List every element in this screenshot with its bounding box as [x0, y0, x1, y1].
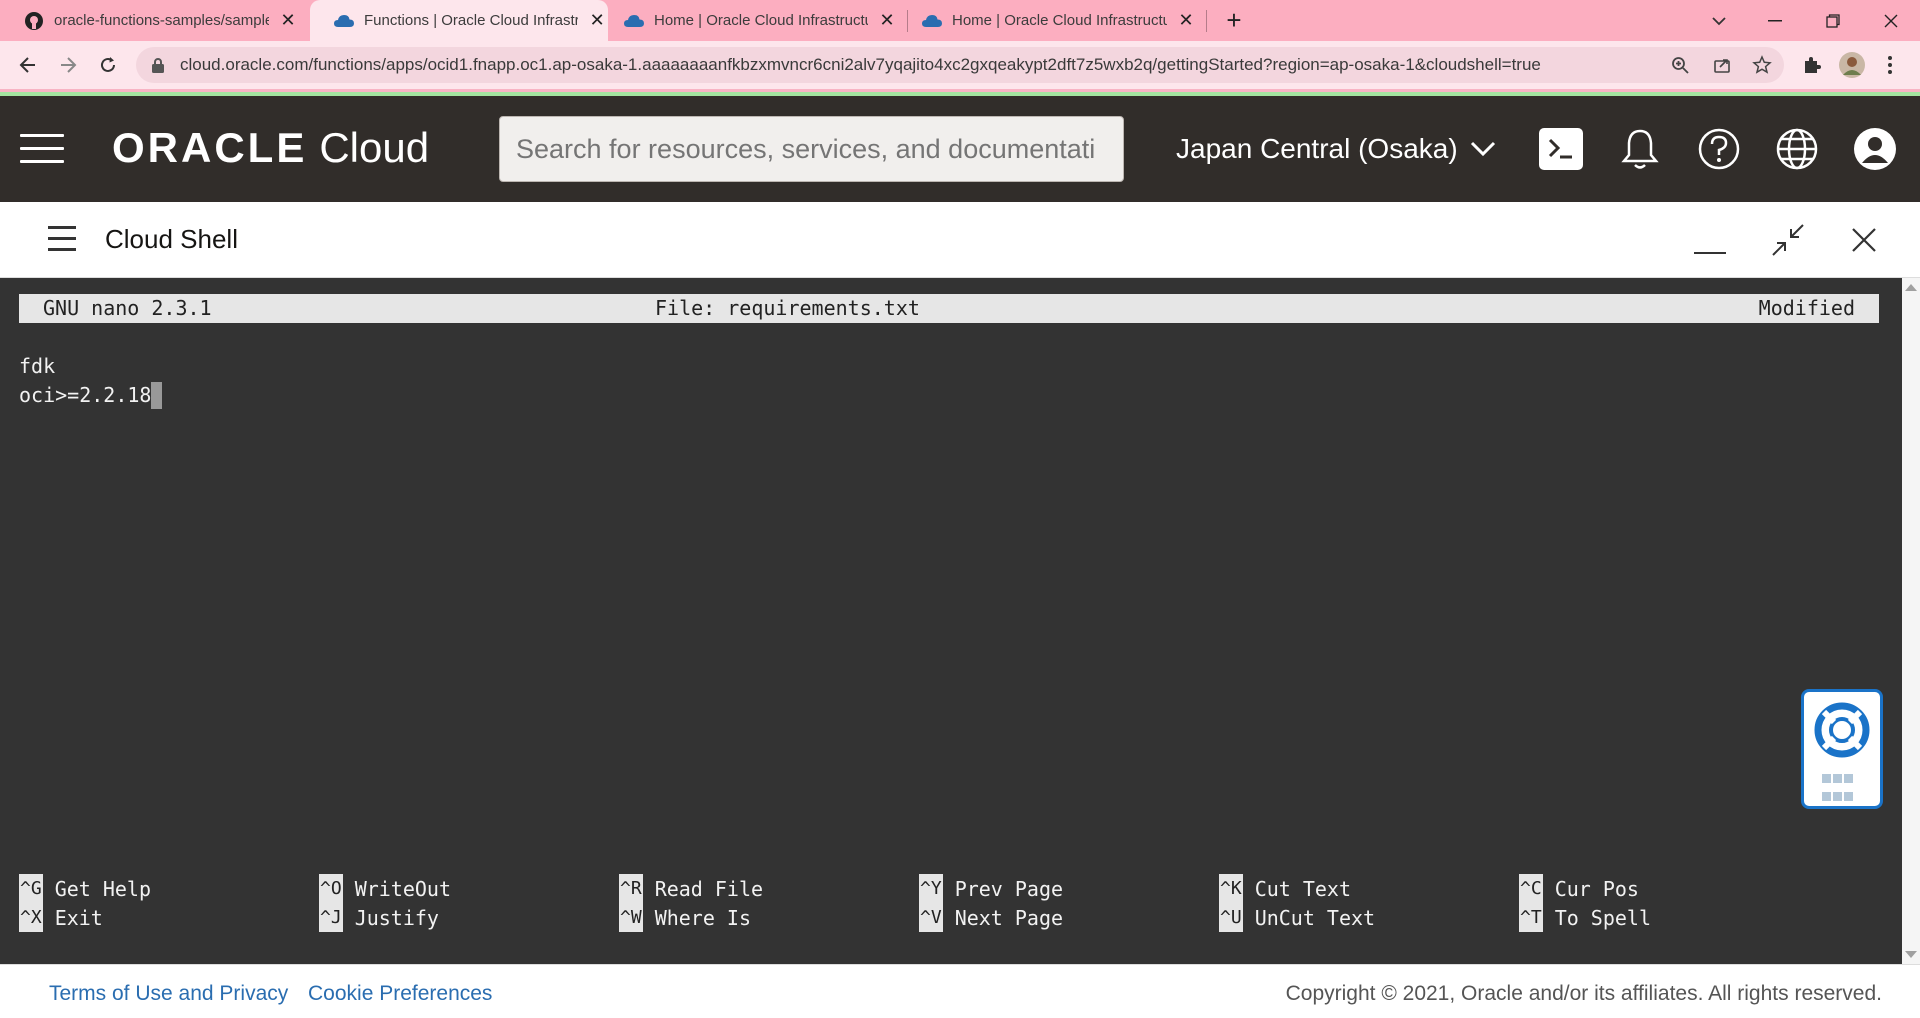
nano-title-bar: GNU nano 2.3.1 File: requirements.txt Mo…	[19, 294, 1879, 323]
close-tab-icon[interactable]: ✕	[1175, 10, 1197, 32]
tab-search-icon[interactable]	[1696, 0, 1742, 41]
close-tab-icon[interactable]: ✕	[277, 10, 299, 32]
cloud-icon	[624, 11, 644, 31]
share-icon[interactable]	[1708, 51, 1736, 79]
console-footer: Terms of Use and Privacy Cookie Preferen…	[0, 964, 1920, 1018]
editor-line[interactable]: oci>=2.2.18	[19, 381, 163, 410]
nano-shortcut: ^C Cur Pos	[1519, 874, 1639, 903]
browser-tab-strip: oracle-functions-samples/sample ✕ Functi…	[0, 0, 1920, 41]
tab-title: oracle-functions-samples/sample	[54, 12, 269, 29]
navigation-menu-button[interactable]	[20, 134, 64, 164]
bookmark-star-icon[interactable]	[1748, 51, 1776, 79]
nano-shortcut: ^Y Prev Page	[919, 874, 1063, 903]
url-text: cloud.oracle.com/functions/apps/ocid1.fn…	[180, 55, 1541, 74]
cookie-preferences-link[interactable]: Cookie Preferences	[308, 982, 492, 1006]
forward-icon[interactable]	[52, 49, 84, 81]
zoom-icon[interactable]	[1666, 51, 1694, 79]
cloud-shell-title: Cloud Shell	[105, 224, 238, 254]
minimize-window-icon[interactable]	[1752, 0, 1798, 41]
nano-shortcut: ^U UnCut Text	[1219, 903, 1375, 932]
nano-version: GNU nano 2.3.1	[43, 296, 212, 320]
nano-shortcut: ^V Next Page	[919, 903, 1063, 932]
language-globe-icon[interactable]	[1774, 126, 1820, 172]
editor-line[interactable]: fdk	[19, 352, 55, 381]
extensions-icon[interactable]	[1798, 51, 1826, 79]
nano-status: Modified	[1758, 296, 1855, 320]
close-window-icon[interactable]	[1868, 0, 1914, 41]
browser-tab[interactable]: Home | Oracle Cloud Infrastructu ✕	[898, 0, 1200, 41]
cloud-shell-button[interactable]	[1538, 126, 1584, 172]
nano-shortcut: ^T To Spell	[1519, 903, 1651, 932]
nano-shortcut: ^G Get Help	[19, 874, 151, 903]
github-icon	[24, 11, 44, 31]
terms-link[interactable]: Terms of Use and Privacy	[49, 982, 288, 1006]
terminal-scrollbar[interactable]	[1902, 278, 1920, 964]
restore-shell-icon[interactable]	[1768, 220, 1808, 260]
back-icon[interactable]	[12, 49, 44, 81]
tab-title: Home | Oracle Cloud Infrastructu	[952, 12, 1167, 29]
search-input[interactable]	[499, 116, 1124, 182]
oracle-cloud-logo[interactable]: ORACLE Cloud	[112, 124, 429, 172]
copyright-text: Copyright © 2021, Oracle and/or its affi…	[1285, 982, 1882, 1005]
browser-tab-active[interactable]: Functions | Oracle Cloud Infrastru ✕	[310, 0, 608, 41]
address-bar[interactable]: cloud.oracle.com/functions/apps/ocid1.fn…	[136, 47, 1784, 83]
nano-shortcut: ^X Exit	[19, 903, 103, 932]
chevron-down-icon	[1470, 141, 1496, 157]
tab-separator	[1206, 10, 1207, 32]
notifications-bell-icon[interactable]	[1617, 126, 1663, 172]
reload-icon[interactable]	[92, 49, 124, 81]
browser-toolbar: cloud.oracle.com/functions/apps/ocid1.fn…	[0, 41, 1920, 89]
grid-dots-icon	[1822, 774, 1862, 810]
profile-avatar[interactable]	[1838, 51, 1866, 79]
nano-filename: File: requirements.txt	[655, 296, 920, 320]
page-load-progress	[0, 89, 1920, 96]
close-shell-icon[interactable]	[1844, 220, 1884, 260]
restore-window-icon[interactable]	[1810, 0, 1856, 41]
lock-icon	[152, 57, 168, 73]
tab-title: Functions | Oracle Cloud Infrastru	[364, 12, 579, 29]
scroll-down-icon[interactable]	[1905, 951, 1917, 958]
help-support-widget[interactable]	[1801, 689, 1883, 809]
browser-tab[interactable]: oracle-functions-samples/sample ✕	[0, 0, 308, 41]
region-selector[interactable]: Japan Central (Osaka)	[1176, 124, 1496, 174]
browser-menu-icon[interactable]	[1880, 51, 1900, 79]
nano-shortcut: ^K Cut Text	[1219, 874, 1351, 903]
close-tab-icon[interactable]: ✕	[876, 10, 898, 32]
nano-shortcut: ^W Where Is	[619, 903, 751, 932]
new-tab-button[interactable]: +	[1220, 5, 1248, 35]
lifebuoy-icon	[1814, 702, 1870, 758]
nano-shortcut: ^J Justify	[319, 903, 439, 932]
console-header: ORACLECloud Japan Central (Osaka)	[0, 96, 1920, 202]
cloud-icon	[334, 11, 354, 31]
nano-shortcut: ^O WriteOut	[319, 874, 451, 903]
region-label: Japan Central (Osaka)	[1176, 133, 1458, 164]
scroll-up-icon[interactable]	[1905, 284, 1917, 291]
cloud-shell-toolbar: Cloud Shell	[0, 202, 1920, 278]
help-icon[interactable]	[1696, 126, 1742, 172]
browser-tab[interactable]: Home | Oracle Cloud Infrastructu ✕	[600, 0, 898, 41]
text-cursor	[151, 382, 163, 409]
terminal[interactable]: GNU nano 2.3.1 File: requirements.txt Mo…	[0, 278, 1920, 964]
user-profile-icon[interactable]	[1852, 126, 1898, 172]
minimize-shell-icon[interactable]	[1690, 220, 1730, 260]
nano-shortcut: ^R Read File	[619, 874, 763, 903]
cloud-icon	[922, 11, 942, 31]
cloud-shell-menu-button[interactable]	[48, 226, 76, 254]
tab-title: Home | Oracle Cloud Infrastructu	[654, 12, 869, 29]
